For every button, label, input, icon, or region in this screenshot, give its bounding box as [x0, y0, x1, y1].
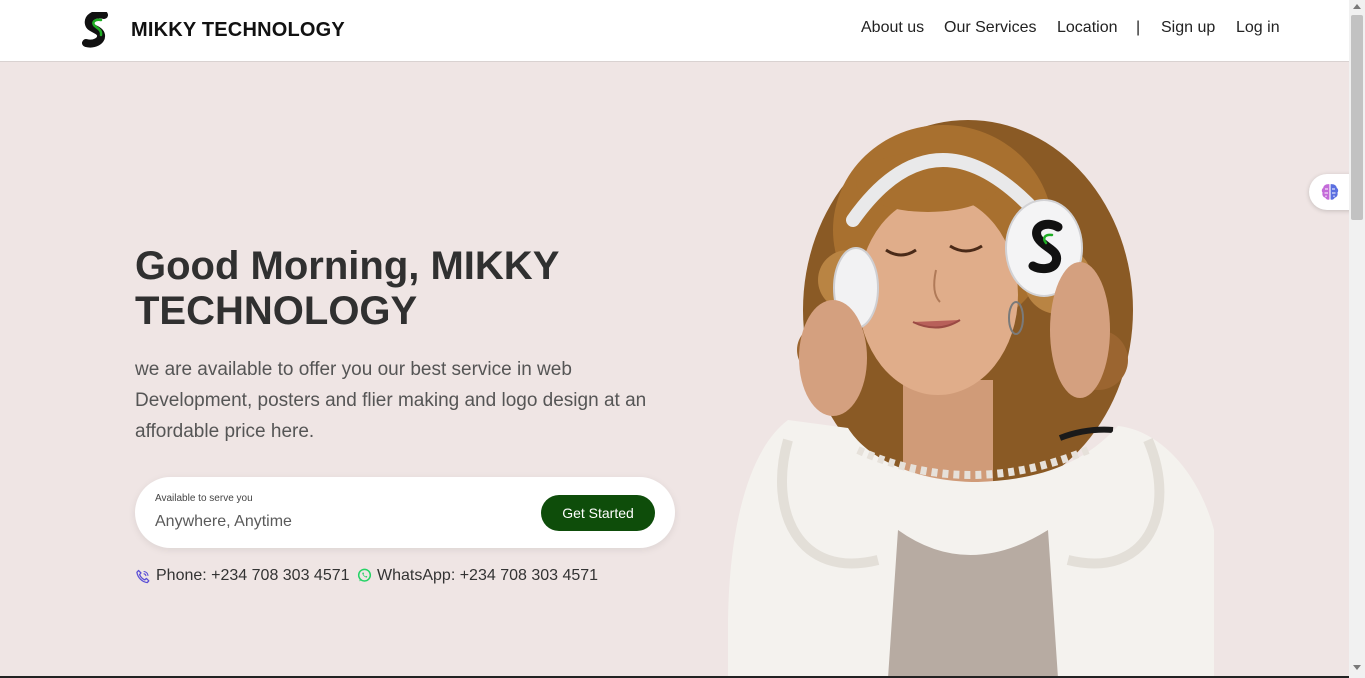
- nav-signup-link[interactable]: Sign up: [1161, 19, 1215, 37]
- phone-icon: [136, 569, 150, 584]
- get-started-button[interactable]: Get Started: [541, 495, 655, 531]
- phone-number: Phone: +234 708 303 4571: [156, 567, 350, 584]
- whatsapp-icon[interactable]: [357, 568, 372, 583]
- page-scrollbar[interactable]: [1349, 0, 1365, 678]
- scroll-up-arrow-icon[interactable]: [1353, 4, 1361, 9]
- location-input[interactable]: [155, 511, 525, 533]
- service-search-bar: Available to serve you Get Started: [135, 477, 675, 548]
- nav-separator: |: [1136, 19, 1141, 36]
- scroll-thumb[interactable]: [1351, 15, 1363, 220]
- nav-services-link[interactable]: Our Services: [944, 19, 1036, 37]
- nav-about-link[interactable]: About us: [861, 19, 924, 37]
- hero-description: we are available to offer you our best s…: [135, 359, 647, 442]
- s-logo-icon: [82, 12, 108, 48]
- top-navbar: MIKKY TECHNOLOGY About us Our Services L…: [0, 0, 1349, 62]
- hero-title: Good Morning, MIKKY TECHNOLOGY: [135, 244, 559, 333]
- whatsapp-number: WhatsApp: +234 708 303 4571: [377, 567, 599, 584]
- nav-login-link[interactable]: Log in: [1236, 19, 1280, 37]
- brain-icon: [1321, 184, 1339, 200]
- brand-name[interactable]: MIKKY TECHNOLOGY: [131, 19, 345, 42]
- nav-location-link[interactable]: Location: [1057, 19, 1118, 37]
- search-label: Available to serve you: [155, 493, 253, 504]
- woman-with-headphones-illustration: [728, 120, 1214, 678]
- scroll-down-arrow-icon[interactable]: [1353, 665, 1361, 670]
- brand[interactable]: MIKKY TECHNOLOGY: [82, 10, 345, 50]
